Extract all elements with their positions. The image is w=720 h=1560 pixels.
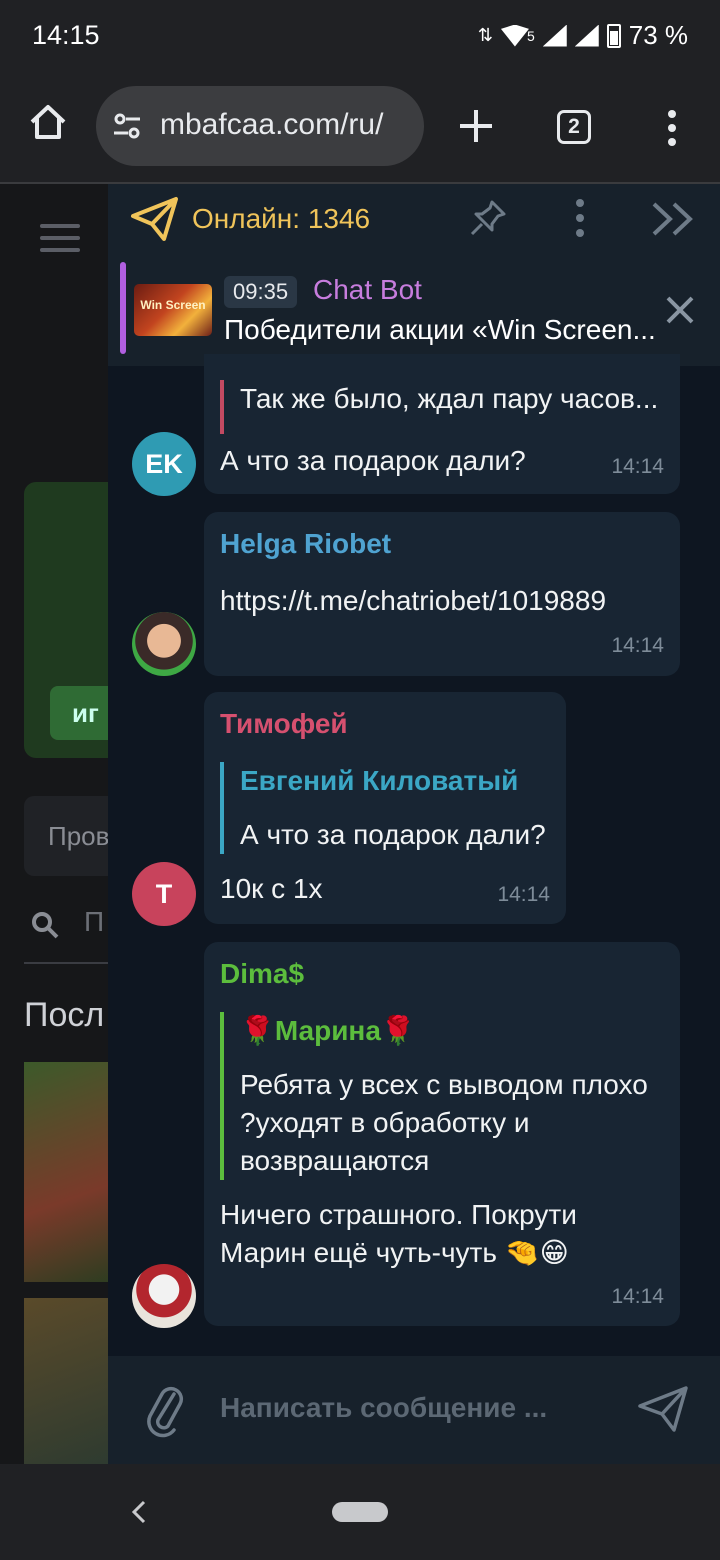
pinned-thumbnail: Win Screen	[134, 284, 212, 336]
message-text-line: Ничего страшного. Покрути	[220, 1199, 577, 1230]
message-text-line: Марин ещё чуть-чуть 🤏😁	[220, 1237, 569, 1268]
chat-header: Онлайн: 1346	[108, 184, 720, 252]
status-bar: 14:15 ⇅ 5 73 %	[0, 0, 720, 74]
avatar[interactable]	[132, 1264, 196, 1328]
status-icons: ⇅ 5 73 %	[478, 20, 688, 51]
back-icon[interactable]	[124, 1494, 154, 1530]
signal-icon	[542, 24, 567, 47]
send-icon[interactable]	[636, 1384, 690, 1434]
pinned-thumbnail-label: Win Screen	[140, 298, 206, 312]
pin-icon[interactable]	[468, 198, 508, 238]
pinned-sender: Chat Bot	[313, 274, 422, 305]
avatar[interactable]	[132, 612, 196, 676]
message-author[interactable]: Dima$	[220, 958, 304, 990]
close-icon[interactable]	[662, 292, 698, 328]
battery-icon	[606, 23, 621, 48]
status-time: 14:15	[32, 20, 100, 50]
wifi-icon	[500, 24, 529, 47]
chat-menu-icon[interactable]	[572, 198, 588, 238]
pinned-text: Победители акции «Win Screen...	[224, 314, 656, 345]
chat-panel: Онлайн: 1346 Win Screen 09:35 Chat Bot П…	[108, 184, 720, 1464]
data-arrows-icon: ⇅	[477, 25, 493, 45]
system-nav-bar	[0, 1464, 720, 1560]
quote-text-line: возвращаются	[240, 1145, 430, 1176]
pinned-time: 09:35	[224, 276, 298, 308]
tab-switcher-button[interactable]: 2	[557, 110, 591, 144]
home-icon[interactable]	[28, 102, 68, 142]
browser-toolbar: mbafcaa.com/ru/ 2	[0, 74, 720, 182]
site-settings-icon[interactable]	[112, 113, 142, 139]
more-menu-icon[interactable]	[660, 108, 684, 148]
url-text[interactable]: mbafcaa.com/ru/	[160, 108, 383, 142]
online-count: Онлайн: 1346	[192, 203, 371, 234]
message-time: 14:14	[611, 455, 664, 478]
home-gesture-pill[interactable]	[332, 1502, 388, 1522]
message-author[interactable]: Helga Riobet	[220, 528, 391, 560]
pinned-accent-bar	[120, 262, 126, 354]
quote-text-line: Ребята у всех с выводом плохо	[240, 1069, 648, 1100]
quote-text-line: ?уходят в обработку и	[240, 1107, 530, 1138]
address-bar[interactable]: mbafcaa.com/ru/	[96, 86, 424, 166]
message-author[interactable]: Тимофей	[220, 708, 348, 740]
message-link[interactable]: https://t.me/chatriobet/1019889	[220, 582, 606, 620]
chat-message[interactable]: Helga Riobet https://t.me/chatriobet/101…	[204, 512, 680, 676]
chat-message[interactable]: Dima$ 🌹Марина🌹 Ребята у всех с выводом п…	[204, 942, 680, 1326]
message-time: 14:14	[497, 883, 550, 906]
site-search-text: П	[84, 906, 105, 937]
message-time: 14:14	[611, 1285, 664, 1308]
telegram-logo-icon	[131, 197, 178, 241]
site-section-heading: Посл	[24, 996, 105, 1034]
pinned-message[interactable]: Win Screen 09:35 Chat Bot Победители акц…	[108, 252, 720, 366]
message-quote: 🌹Марина🌹 Ребята у всех с выводом плохо ?…	[220, 1012, 648, 1180]
message-quote: Евгений Киловатый А что за подарок дали?	[220, 762, 546, 854]
new-tab-icon[interactable]	[456, 106, 496, 146]
message-input[interactable]: Написать сообщение ...	[220, 1392, 547, 1424]
signal-icon-2	[574, 24, 599, 47]
message-quote: Так же было, ждал пару часов...	[220, 380, 658, 434]
message-time: 14:14	[611, 634, 664, 657]
site-menu-icon[interactable]	[40, 224, 80, 252]
quote-text: Так же было, ждал пару часов...	[240, 383, 659, 414]
message-text: А что за подарок дали?	[220, 445, 526, 476]
quote-author: 🌹Марина🌹	[240, 1015, 416, 1046]
message-text: 10к с 1х	[220, 873, 323, 904]
chat-message[interactable]: Так же было, ждал пару часов... А что за…	[204, 354, 680, 494]
quote-author: Евгений Киловатый	[240, 765, 519, 796]
message-composer: Написать сообщение ...	[108, 1356, 720, 1464]
battery-level: 73 %	[628, 20, 688, 50]
avatar[interactable]: T	[132, 862, 196, 926]
avatar[interactable]: EK	[132, 432, 196, 496]
collapse-chat-icon[interactable]	[650, 200, 696, 238]
search-icon	[32, 912, 59, 939]
quote-text: А что за подарок дали?	[240, 819, 546, 850]
chat-message[interactable]: Тимофей Евгений Киловатый А что за подар…	[204, 692, 566, 924]
attach-icon[interactable]	[144, 1380, 186, 1438]
